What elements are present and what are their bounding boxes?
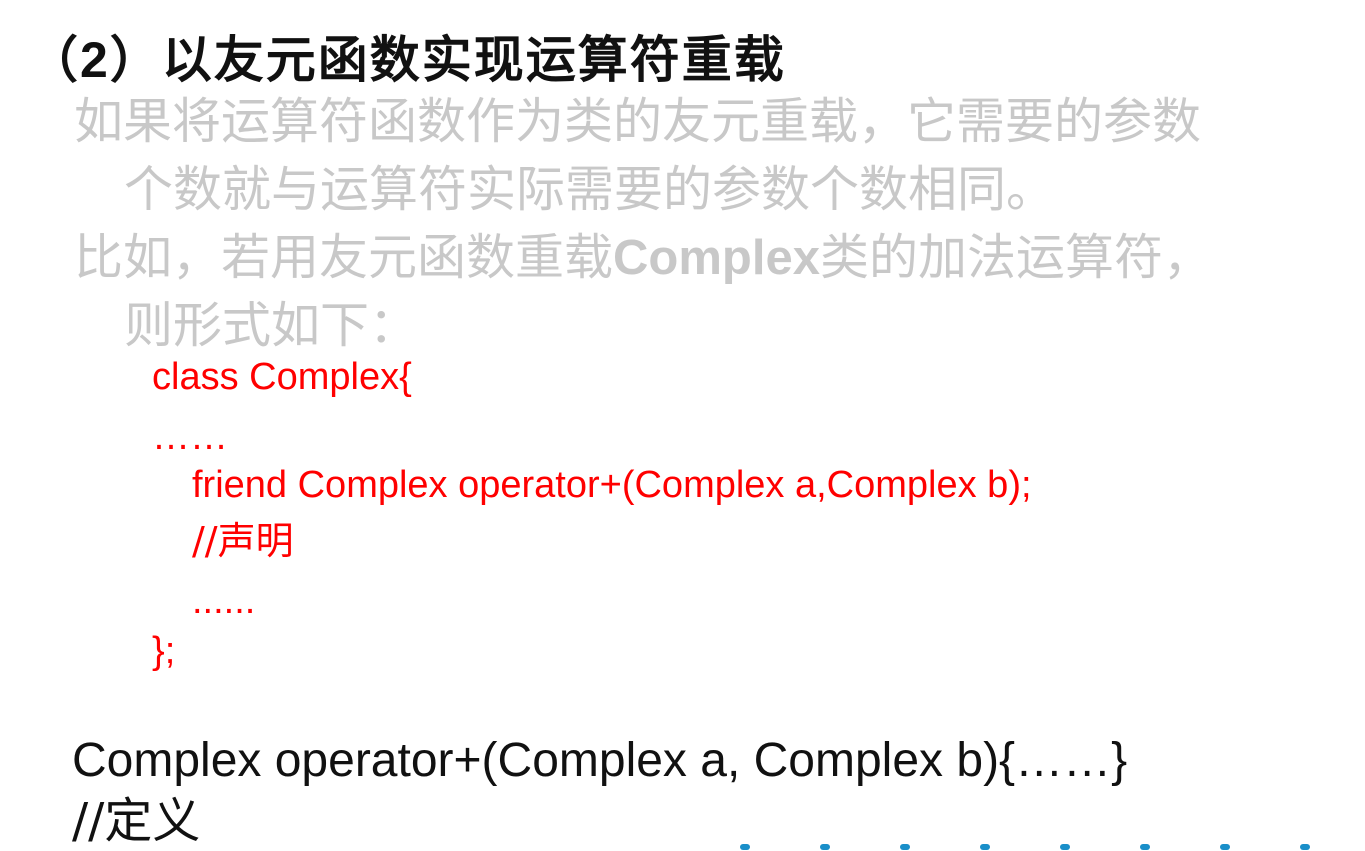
definition-comment: //定义 [72,792,200,851]
paragraph-line: 如果将运算符函数作为类的友元重载，它需要的参数 [74,95,1202,149]
paragraph-text: 比如，若用友元函数重载Complex类的加法运算符， [74,231,1212,285]
comment-text: //声明 [192,519,294,563]
paragraph-line: 则形式如下： [124,299,419,353]
class-name: Complex [613,231,820,285]
code-line-friend-declaration: friend Complex operator+(Complex a,Compl… [192,464,1032,506]
code-line-dots: ...... [192,580,256,622]
decorative-dot [820,844,830,850]
section-heading: （2）以友元函数实现运算符重载 [28,32,786,88]
comment-text: //定义 [72,793,201,849]
decorative-dot [980,844,990,850]
code-line-ellipsis: …… [152,416,228,458]
paragraph-line: 个数就与运算符实际需要的参数个数相同。 [124,163,1056,217]
decorative-dot [900,844,910,850]
code-line-close-brace: }; [152,630,176,672]
decorative-dot [1220,844,1230,850]
code-comment-declaration: //声明 [192,516,294,567]
paragraph-suffix: 类的加法运算符， [819,231,1212,285]
paragraph-example: 比如，若用友元函数重载Complex类的加法运算符， 则形式如下： [74,224,1324,360]
decorative-dot [1300,844,1310,850]
paragraph-prefix: 比如，若用友元函数重载 [74,231,614,285]
decorative-dot [740,844,750,850]
decorative-dot [1140,844,1150,850]
decorative-dot [1060,844,1070,850]
decorative-dot-row [740,842,1340,850]
paragraph-friend-overload: 如果将运算符函数作为类的友元重载，它需要的参数 个数就与运算符实际需要的参数个数… [74,88,1324,224]
code-line-class: class Complex{ [152,356,412,398]
definition-line: Complex operator+(Complex a, Complex b){… [72,734,1128,787]
